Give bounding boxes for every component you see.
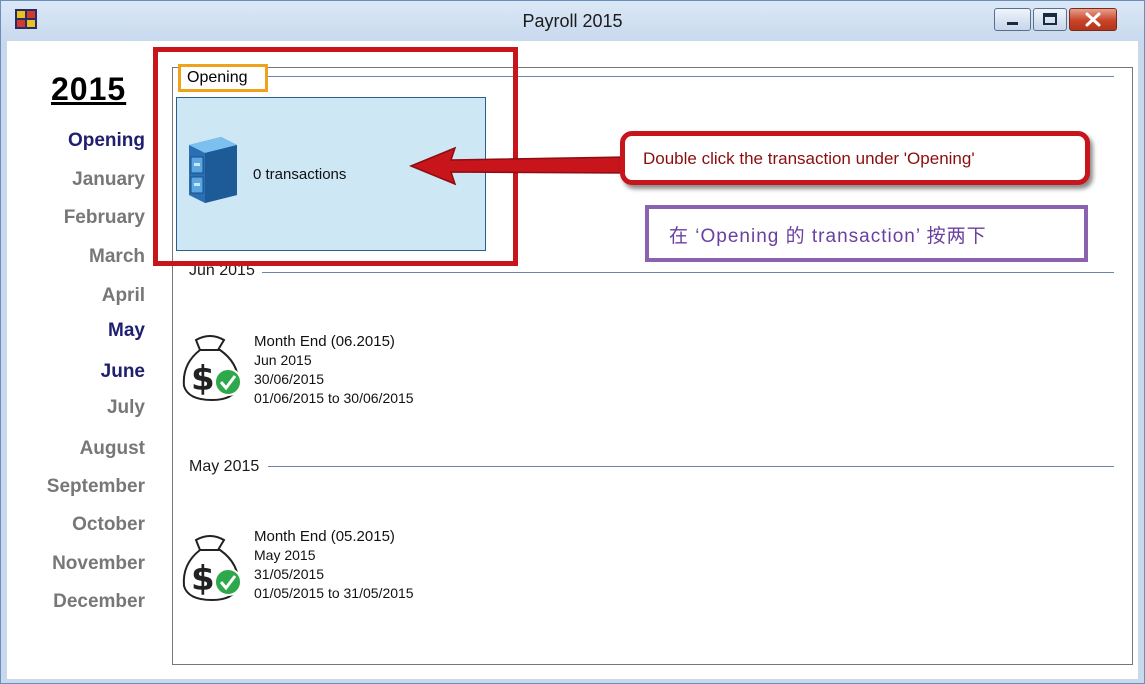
instruction-text-cn: 在 ‘Opening 的 transaction’ 按两下 [669,226,987,247]
sidebar-item-august[interactable]: August [80,438,145,460]
restore-button[interactable] [1033,8,1067,31]
minimize-button[interactable] [994,8,1031,31]
sidebar-item-october[interactable]: October [72,514,145,536]
sidebar-item-september[interactable]: September [47,476,145,498]
svg-text:$: $ [191,559,215,599]
sidebar-item-opening[interactable]: Opening [68,130,145,152]
group-header-may-2015: May 2015 [186,458,263,476]
instruction-text-en: Double click the transaction under 'Open… [643,149,975,168]
entry-date: 30/06/2015 [254,371,325,387]
sidebar-item-january[interactable]: January [72,169,145,191]
may-divider [268,466,1114,467]
jun-divider [262,272,1114,273]
money-bag-check-icon[interactable]: $ [178,530,248,602]
sidebar-item-december[interactable]: December [53,591,145,613]
svg-text:$: $ [191,359,215,399]
entry-title[interactable]: Month End (06.2015) [254,333,395,350]
sidebar-item-march[interactable]: March [89,246,145,268]
sidebar-item-may[interactable]: May [108,320,145,342]
close-icon [1085,12,1101,27]
arrow-left-icon [409,146,628,186]
entry-date: 31/05/2015 [254,566,325,582]
restore-icon [1043,13,1057,25]
minimize-icon [1007,22,1018,25]
close-button[interactable] [1069,8,1117,31]
sidebar-item-november[interactable]: November [52,553,145,575]
title-bar[interactable]: Payroll 2015 [1,1,1144,41]
entry-period: Jun 2015 [254,352,312,368]
window-title: Payroll 2015 [522,11,623,31]
sidebar-item-july[interactable]: July [107,397,145,419]
sidebar-item-april[interactable]: April [102,285,145,307]
entry-period: May 2015 [254,547,316,563]
entry-range: 01/06/2015 to 30/06/2015 [254,390,414,406]
entry-range: 01/05/2015 to 31/05/2015 [254,585,414,601]
entry-title[interactable]: Month End (05.2015) [254,528,395,545]
sidebar-item-february[interactable]: February [64,207,145,229]
year-heading: 2015 [51,71,127,107]
sidebar-item-june[interactable]: June [101,361,145,383]
money-bag-check-icon[interactable]: $ [178,330,248,402]
